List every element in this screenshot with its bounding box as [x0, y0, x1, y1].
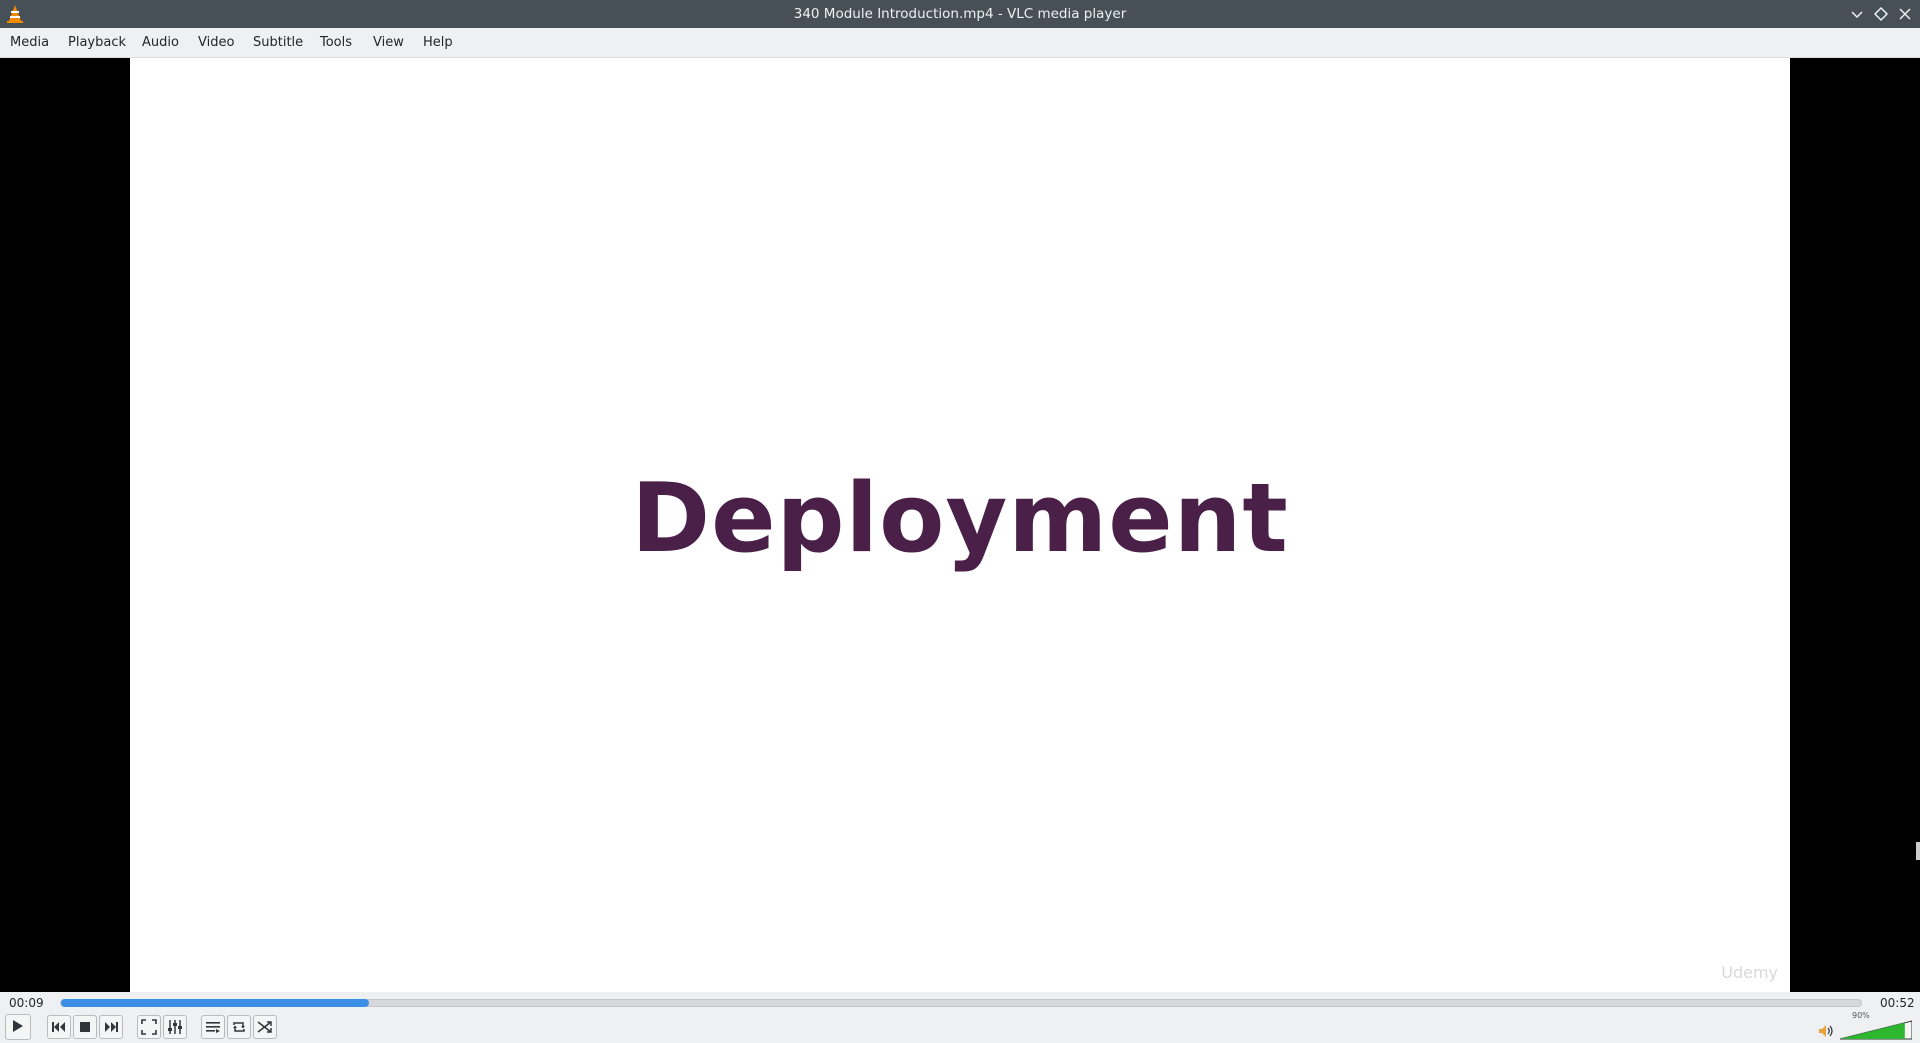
stop-button[interactable] [73, 1015, 97, 1039]
window-title: 340 Module Introduction.mp4 - VLC media … [793, 6, 1127, 22]
resize-grip[interactable] [1916, 842, 1920, 860]
stop-icon [80, 1022, 90, 1032]
loop-icon [233, 1022, 245, 1032]
speaker-icon[interactable] [1818, 1023, 1834, 1039]
video-frame: Deployment Udemy [130, 58, 1790, 992]
fullscreen-button[interactable] [137, 1015, 161, 1039]
playlist-button[interactable] [201, 1015, 225, 1039]
menu-video[interactable]: Video [196, 28, 236, 58]
volume-label: 90% [1852, 1011, 1870, 1020]
slide-title: Deployment [631, 464, 1289, 574]
next-button[interactable] [99, 1015, 123, 1039]
menu-playback[interactable]: Playback [66, 28, 128, 58]
menu-view[interactable]: View [371, 28, 406, 58]
next-icon [105, 1022, 118, 1032]
play-icon [13, 1020, 23, 1032]
previous-button[interactable] [47, 1015, 71, 1039]
menu-help[interactable]: Help [421, 28, 455, 58]
total-time: 00:52 [1880, 996, 1915, 1010]
loop-button[interactable] [227, 1015, 251, 1039]
fullscreen-icon [141, 1019, 157, 1035]
seek-progress [61, 999, 369, 1007]
close-icon[interactable] [1896, 5, 1914, 23]
extended-settings-icon [168, 1020, 182, 1034]
minimize-icon[interactable] [1848, 5, 1866, 23]
volume-slider[interactable] [1840, 1020, 1912, 1040]
elapsed-time: 00:09 [9, 996, 44, 1010]
maximize-icon[interactable] [1872, 5, 1890, 23]
title-bar: 340 Module Introduction.mp4 - VLC media … [0, 0, 1920, 28]
playlist-icon [206, 1022, 220, 1033]
previous-icon [52, 1022, 65, 1032]
extended-settings-button[interactable] [163, 1015, 187, 1039]
shuffle-button[interactable] [253, 1015, 277, 1039]
menu-bar: Media Playback Audio Video Subtitle Tool… [0, 28, 1920, 58]
menu-audio[interactable]: Audio [140, 28, 181, 58]
shuffle-icon [257, 1021, 272, 1033]
udemy-watermark: Udemy [1721, 963, 1778, 982]
video-area[interactable]: Deployment Udemy [0, 58, 1920, 992]
seek-slider[interactable] [60, 999, 1862, 1007]
menu-tools[interactable]: Tools [318, 28, 354, 58]
play-button[interactable] [5, 1014, 31, 1040]
menu-subtitle[interactable]: Subtitle [251, 28, 305, 58]
menu-media[interactable]: Media [8, 28, 51, 58]
control-bar: 00:09 00:52 90% [0, 992, 1920, 1043]
